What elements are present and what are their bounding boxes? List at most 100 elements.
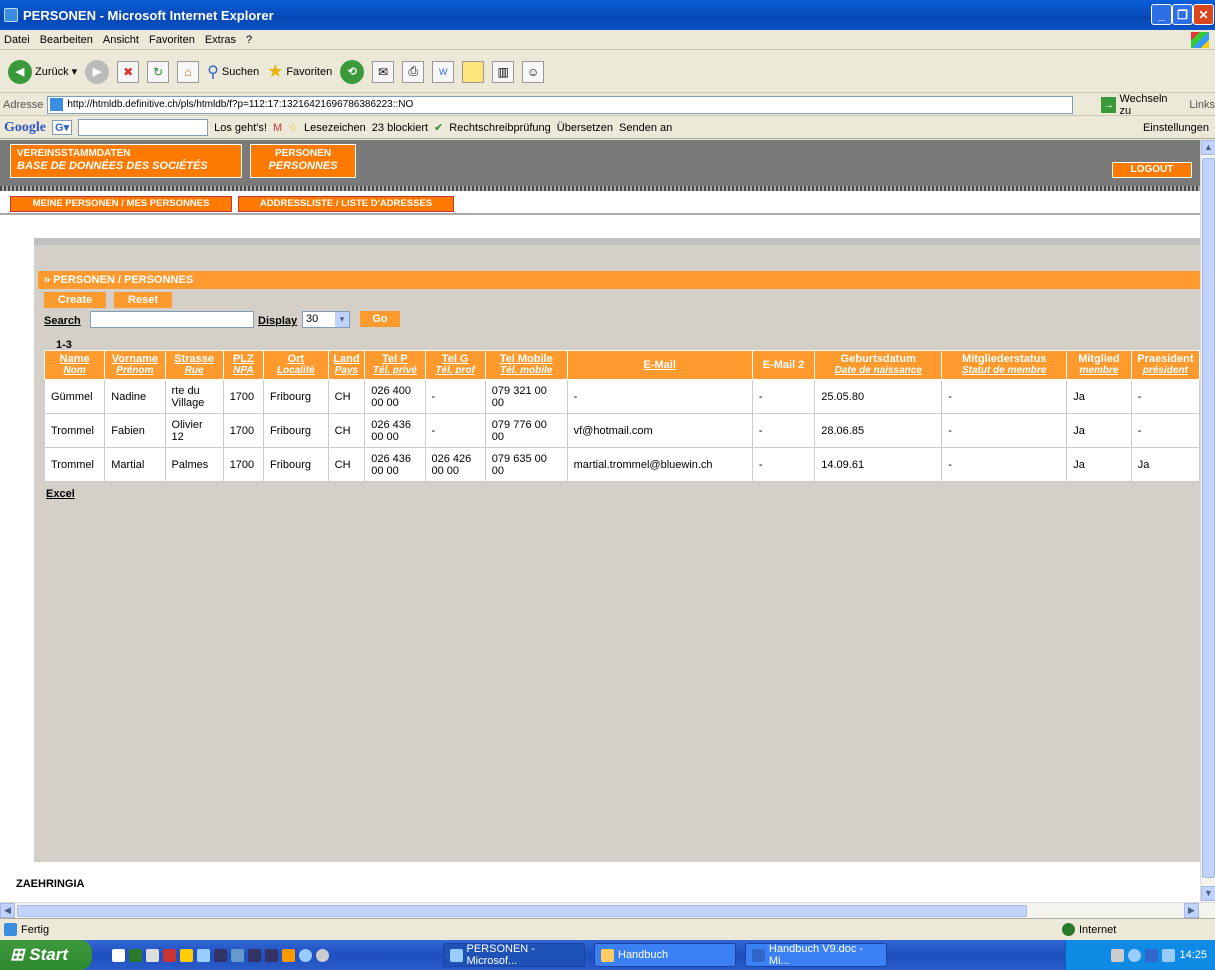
menu-favoriten[interactable]: Favoriten: [149, 34, 195, 46]
address-input[interactable]: http://htmldb.definitive.ch/pls/htmldb/f…: [47, 95, 1073, 114]
task-personen[interactable]: PERSONEN - Microsof...: [443, 943, 585, 967]
menu-ansicht[interactable]: Ansicht: [103, 34, 139, 46]
create-button[interactable]: Create: [44, 292, 106, 308]
note-icon[interactable]: [462, 60, 485, 83]
start-button[interactable]: ⊞ Start: [0, 940, 92, 970]
logout-button[interactable]: LOGOUT: [1112, 162, 1192, 178]
column-header[interactable]: Geburtsdatum Date de naissance: [814, 350, 943, 380]
close-button[interactable]: ✕: [1193, 4, 1214, 25]
footer-organization: ZAEHRINGIA: [16, 878, 85, 890]
quicklaunch-n2-icon[interactable]: [248, 948, 261, 962]
mail-icon[interactable]: ✉: [372, 60, 395, 83]
vertical-scrollbar[interactable]: ▲ ▼: [1200, 140, 1215, 902]
nav-tab-vereinsstammdaten[interactable]: VEREINSSTAMMDATEN BASE DE DONNÉES DES SO…: [10, 144, 242, 178]
settings-button[interactable]: Einstellungen: [1143, 122, 1209, 134]
column-header[interactable]: Tel G Tél. prof: [424, 350, 486, 380]
table-cell: Martial: [104, 447, 166, 482]
scroll-down-icon[interactable]: ▼: [1201, 886, 1215, 901]
gmail-icon[interactable]: M: [273, 122, 282, 134]
quicklaunch-ie2-icon[interactable]: [197, 948, 210, 962]
google-search-input[interactable]: [78, 119, 209, 136]
column-header[interactable]: Land Pays: [327, 350, 366, 380]
column-header[interactable]: Name Nom: [43, 350, 106, 380]
favorites-button[interactable]: ★ Favoriten: [267, 61, 332, 82]
globe-icon: [1062, 923, 1075, 936]
quicklaunch-app3-icon[interactable]: [231, 948, 244, 962]
word-icon[interactable]: W: [432, 60, 455, 83]
search-button[interactable]: ⚲ Suchen: [207, 62, 259, 82]
spellcheck-button[interactable]: Rechtschreibprüfung: [449, 122, 551, 134]
refresh-icon[interactable]: ↻: [147, 60, 170, 83]
history-icon[interactable]: ⟲: [340, 59, 365, 84]
go-button[interactable]: → Wechseln zu: [1100, 93, 1182, 117]
google-go-button[interactable]: Los geht's!: [214, 122, 267, 134]
bookmark-star-icon: ☆: [288, 122, 298, 134]
vertical-scroll-thumb[interactable]: [1202, 158, 1215, 878]
translate-button[interactable]: Übersetzen: [557, 122, 613, 134]
display-select[interactable]: 30 ▾: [302, 311, 350, 328]
task-handbuch[interactable]: Handbuch: [594, 943, 736, 967]
quicklaunch-app6-icon[interactable]: [316, 948, 329, 962]
quicklaunch-app5-icon[interactable]: [299, 948, 312, 962]
scroll-up-icon[interactable]: ▲: [1201, 140, 1215, 155]
quicklaunch-excel-icon[interactable]: [129, 948, 142, 962]
home-icon[interactable]: ⌂: [177, 60, 200, 83]
reset-button[interactable]: Reset: [114, 292, 172, 308]
subtab-meine-personen[interactable]: MEINE PERSONEN / MES PERSONNES: [10, 196, 232, 212]
column-header[interactable]: Mitglied membre: [1066, 350, 1132, 380]
google-menu-button[interactable]: G▾: [52, 120, 73, 135]
send-button[interactable]: Senden an: [619, 122, 672, 134]
column-header[interactable]: PLZ NPA: [222, 350, 265, 380]
scroll-right-icon[interactable]: ▶: [1184, 903, 1199, 918]
tray-volume-icon[interactable]: [1162, 948, 1176, 962]
quicklaunch-n-icon[interactable]: [214, 948, 227, 962]
column-header-sub: Prénom: [116, 365, 154, 376]
task-word[interactable]: Handbuch V9.doc - Mi...: [745, 943, 887, 967]
go-arrow-icon: →: [1100, 96, 1117, 113]
tray-network-icon[interactable]: [1128, 948, 1142, 962]
go-button[interactable]: Go: [360, 311, 400, 327]
popup-blocked-button[interactable]: 23 blockiert: [372, 122, 428, 134]
column-header[interactable]: Tel Mobile Tél. mobile: [484, 350, 568, 380]
column-header[interactable]: Vorname Prénom: [104, 350, 166, 380]
quicklaunch-app4-icon[interactable]: [282, 948, 295, 962]
horizontal-scrollbar[interactable]: ◀ ▶: [0, 902, 1215, 918]
messenger-icon[interactable]: ☺: [522, 60, 545, 83]
horizontal-scroll-thumb[interactable]: [17, 905, 1027, 917]
stop-icon[interactable]: ✖: [117, 60, 140, 83]
research-icon[interactable]: ▥: [492, 60, 515, 83]
excel-link[interactable]: Excel: [46, 488, 75, 500]
tray-help-icon[interactable]: [1111, 948, 1125, 962]
nav-tab-personen[interactable]: PERSONEN PERSONNES: [250, 144, 356, 178]
quicklaunch-acrobat-icon[interactable]: [163, 948, 176, 962]
table-cell: rte du Village: [164, 379, 224, 414]
tray-media-icon[interactable]: [1145, 948, 1159, 962]
search-input[interactable]: [90, 311, 254, 328]
column-header[interactable]: E-Mail 2: [751, 350, 816, 380]
menu-datei[interactable]: Datei: [4, 34, 30, 46]
column-header[interactable]: Tel P Tél. privé: [364, 350, 426, 380]
forward-button[interactable]: ▶: [85, 59, 110, 84]
menu-extras[interactable]: Extras: [205, 34, 236, 46]
subtab-adressliste[interactable]: ADDRESSLISTE / LISTE D'ADRESSES: [238, 196, 454, 212]
quicklaunch-app-icon[interactable]: [146, 948, 159, 962]
bookmarks-button[interactable]: Lesezeichen: [304, 122, 366, 134]
quicklaunch-ie-icon[interactable]: [112, 948, 125, 962]
menu-help[interactable]: ?: [246, 34, 252, 46]
table-row: Trommel Martial Palmes 1700 Fribourg CH 026 43…: [43, 447, 1200, 482]
menu-bearbeiten[interactable]: Bearbeiten: [40, 34, 93, 46]
quicklaunch-app2-icon[interactable]: [180, 948, 193, 962]
column-header[interactable]: Ort Localité: [263, 350, 329, 380]
table-cell: 026 436 00 00: [364, 413, 426, 448]
quicklaunch-n3-icon[interactable]: [265, 948, 278, 962]
column-header[interactable]: Mitgliederstatus Statut de membre: [941, 350, 1068, 380]
scroll-left-icon[interactable]: ◀: [0, 903, 15, 918]
column-header[interactable]: Praesident président: [1130, 350, 1200, 380]
column-header[interactable]: Strasse Rue: [164, 350, 224, 380]
maximize-button[interactable]: ❐: [1172, 4, 1193, 25]
minimize-button[interactable]: _: [1151, 4, 1172, 25]
print-icon[interactable]: ⎙: [402, 60, 425, 83]
back-button[interactable]: ◀ Zurück ▾: [8, 59, 77, 84]
column-header[interactable]: E-Mail: [566, 350, 753, 380]
links-button[interactable]: Links: [1189, 99, 1215, 111]
